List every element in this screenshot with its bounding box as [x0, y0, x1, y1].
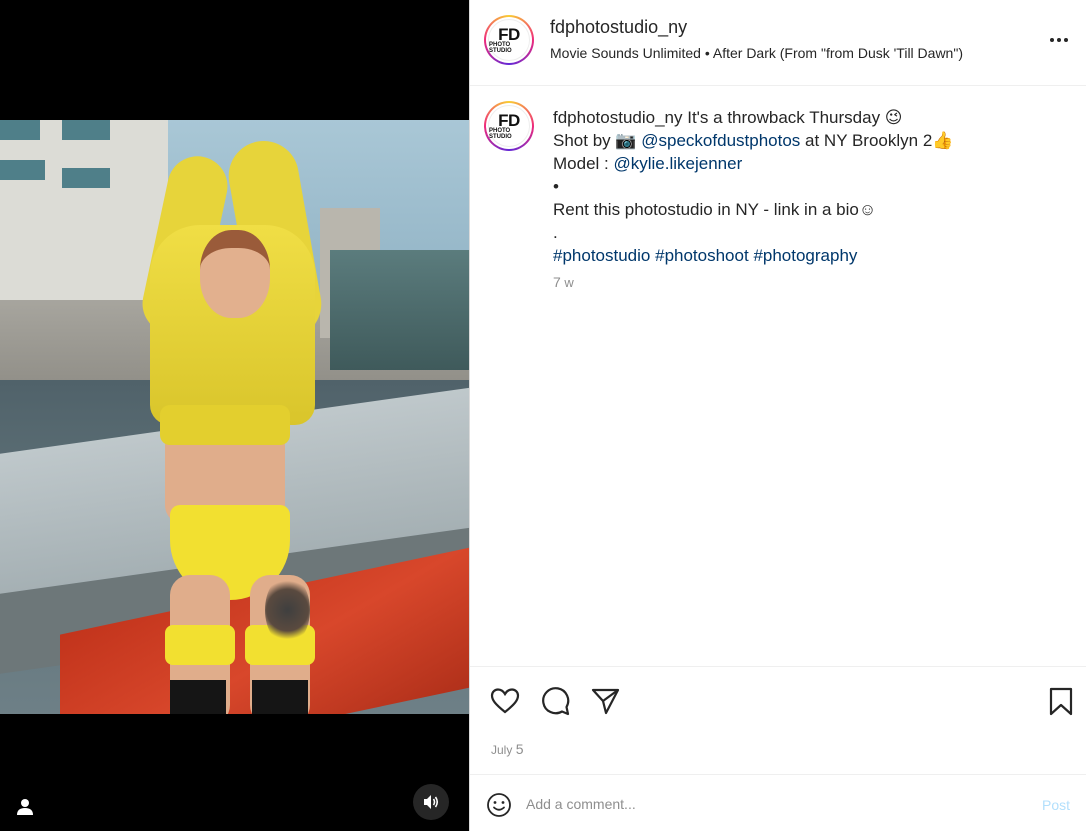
- caption-line-4: •: [553, 177, 559, 196]
- post-photo: [0, 120, 469, 714]
- model-figure: [136, 135, 340, 714]
- studio-logo: FD PHOTO STUDIO: [488, 105, 530, 147]
- post-header: FD PHOTO STUDIO fdphotostudio_ny Movie S…: [470, 0, 1086, 86]
- bookmark-icon[interactable]: [1045, 685, 1077, 717]
- caption-line-3-prefix: Model :: [553, 154, 614, 173]
- post-actions: July 5: [470, 666, 1086, 774]
- caption-line-6: .: [553, 223, 558, 242]
- caption-line-2-prefix: Shot by 📷: [553, 131, 642, 150]
- caption-line-5: Rent this photostudio in NY - link in a …: [553, 200, 877, 219]
- post-caption: FD PHOTO STUDIO fdphotostudio_ny It's a …: [470, 86, 1086, 666]
- user-icon[interactable]: [14, 796, 36, 818]
- caption-text: fdphotostudio_ny It's a throwback Thursd…: [553, 106, 1073, 267]
- comment-input[interactable]: [526, 791, 1006, 817]
- comment-icon[interactable]: [539, 685, 571, 717]
- post-panel: FD PHOTO STUDIO fdphotostudio_ny Movie S…: [469, 0, 1086, 831]
- comment-bar: Post: [470, 774, 1086, 831]
- audio-track[interactable]: Movie Sounds Unlimited • After Dark (Fro…: [550, 45, 963, 61]
- caption-line-2-suffix: at NY Brooklyn 2👍: [800, 131, 954, 150]
- speaker-icon[interactable]: [413, 784, 449, 820]
- post-button[interactable]: Post: [1042, 797, 1070, 813]
- avatar[interactable]: FD PHOTO STUDIO: [484, 15, 534, 65]
- hashtag-photostudio[interactable]: #photostudio: [553, 246, 650, 265]
- post-media[interactable]: [0, 0, 469, 831]
- caption-timestamp[interactable]: 7 w: [553, 274, 574, 290]
- caption-line-1: It's a throwback Thursday 😉: [682, 108, 903, 127]
- hashtag-photoshoot[interactable]: #photoshoot: [655, 246, 749, 265]
- caption-avatar[interactable]: FD PHOTO STUDIO: [484, 101, 534, 151]
- photo-scene: [0, 120, 469, 714]
- more-icon[interactable]: [1047, 28, 1071, 52]
- mention-photographer[interactable]: @speckofdustphotos: [641, 131, 800, 150]
- hashtag-photography[interactable]: #photography: [753, 246, 857, 265]
- emoji-icon[interactable]: [486, 792, 512, 818]
- mention-model[interactable]: @kylie.likejenner: [613, 154, 742, 173]
- post-username[interactable]: fdphotostudio_ny: [550, 17, 687, 38]
- post-date[interactable]: July 5: [491, 741, 523, 757]
- share-icon[interactable]: [589, 685, 621, 717]
- heart-icon[interactable]: [489, 685, 521, 717]
- studio-logo: FD PHOTO STUDIO: [488, 19, 530, 61]
- caption-username[interactable]: fdphotostudio_ny: [553, 108, 683, 127]
